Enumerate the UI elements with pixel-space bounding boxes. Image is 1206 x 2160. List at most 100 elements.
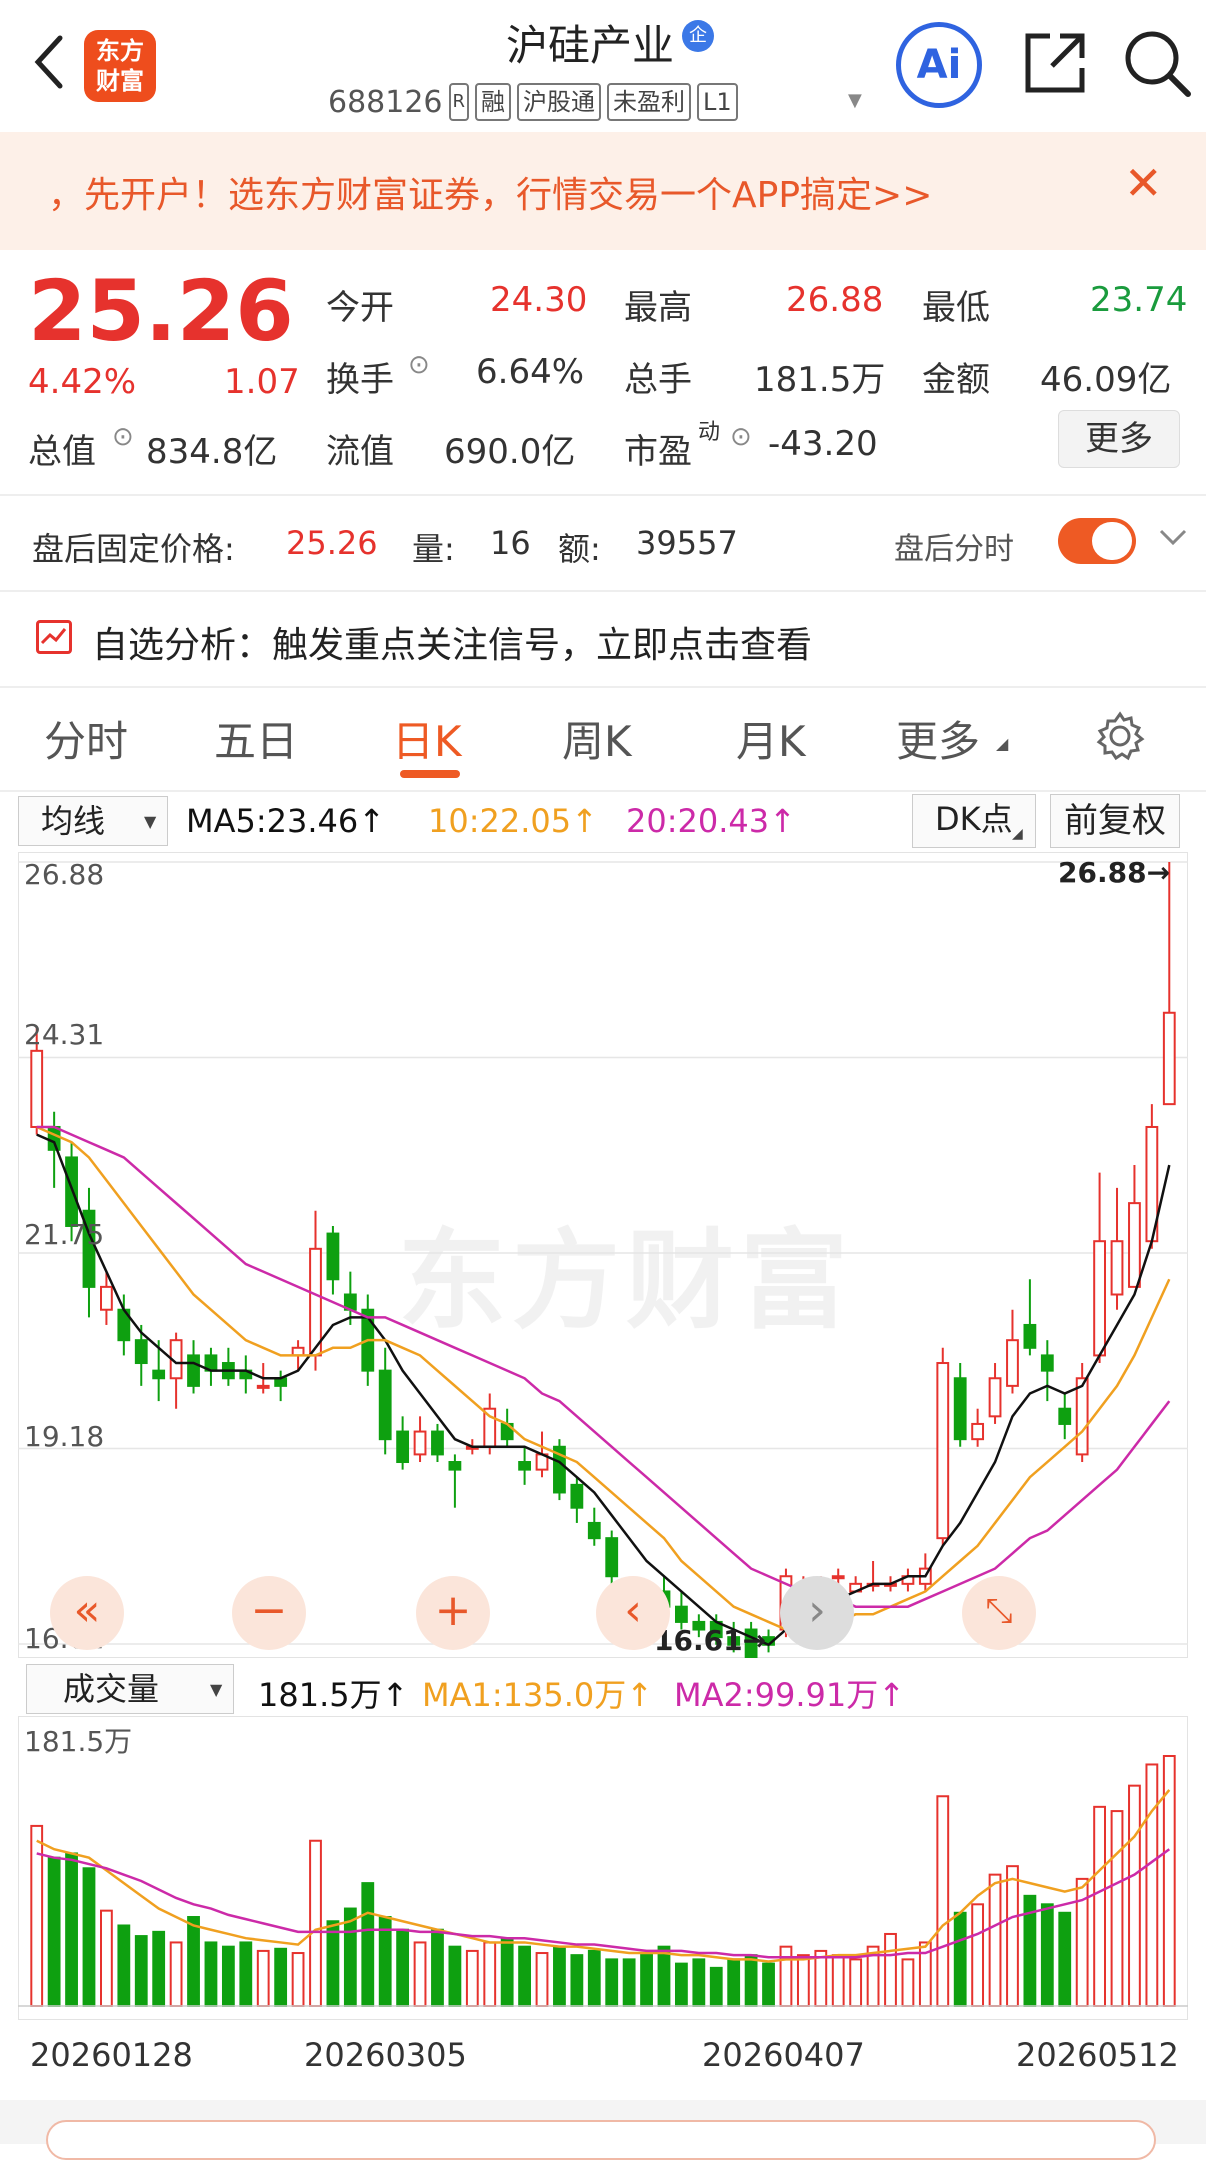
volume-bar	[901, 1958, 915, 2007]
candle-body	[1075, 1377, 1089, 1456]
volume-indicator-select[interactable]: 成交量	[26, 1664, 234, 1714]
candle-body	[1110, 1240, 1124, 1296]
kline-chart[interactable]	[18, 852, 1188, 1658]
volume-bar	[640, 1952, 653, 2008]
volume-bar	[762, 1962, 775, 2008]
eastmoney-logo: 东方 财富	[84, 30, 156, 102]
tag-margin: 融	[475, 83, 512, 121]
volume-bar	[953, 1911, 967, 2007]
tab-daily-k[interactable]: 日K	[392, 708, 462, 769]
candle-body	[47, 1125, 61, 1151]
high-value: 26.88	[786, 280, 884, 320]
volume-chart[interactable]	[18, 1716, 1188, 2020]
candle-body	[100, 1285, 113, 1311]
tab-monthly-k[interactable]: 月K	[736, 708, 806, 769]
after-hours-amt: 39557	[636, 524, 738, 562]
toggle-knob[interactable]	[1092, 522, 1132, 560]
info-icon[interactable]: ⊙	[408, 350, 430, 380]
chart-trend-icon	[36, 620, 72, 654]
info-icon[interactable]: ⊙	[112, 422, 134, 452]
tab-weekly-k[interactable]: 周K	[562, 708, 632, 769]
share-icon[interactable]	[1022, 30, 1088, 96]
volume-bar	[1058, 1911, 1072, 2007]
tag-unprofitable: 未盈利	[607, 83, 692, 121]
more-button[interactable]: 更多	[1058, 410, 1180, 468]
volume-bar	[100, 1909, 113, 2007]
candle-body	[65, 1156, 78, 1227]
volume-bar	[465, 1949, 479, 2007]
after-hours-amt-label: 额:	[558, 530, 601, 568]
volume-bar	[483, 1941, 497, 2007]
volume-bar	[291, 1952, 305, 2008]
tab-five-day[interactable]: 五日	[214, 708, 298, 769]
volume-bar	[605, 1958, 619, 2007]
volume-bar	[535, 1952, 549, 2008]
zoom-out-button[interactable]: −	[232, 1576, 306, 1650]
adjust-button[interactable]: 前复权	[1050, 794, 1180, 848]
x-axis-date: 20260512	[1016, 2036, 1179, 2074]
volume-bar	[709, 1966, 723, 2008]
x-axis-date: 20260407	[702, 2036, 865, 2074]
volume-bar	[82, 1867, 96, 2007]
candle-body	[1023, 1323, 1037, 1349]
volume-bar	[117, 1924, 131, 2008]
footer-input[interactable]	[46, 2120, 1156, 2160]
rewind-button[interactable]: «	[50, 1576, 124, 1650]
candle-body	[30, 1049, 44, 1128]
after-hours-label: 盘后固定价格:	[32, 530, 235, 568]
chevron-down-icon[interactable]	[1156, 520, 1190, 563]
candle-body	[1006, 1339, 1019, 1387]
info-icon[interactable]: ⊙	[730, 422, 752, 452]
volume-bar	[692, 1958, 706, 2007]
volume-bar	[849, 1958, 863, 2007]
ai-button[interactable]: Ai	[896, 22, 982, 108]
gear-icon[interactable]	[1094, 710, 1146, 762]
scroll-left-button[interactable]: ‹	[596, 1576, 670, 1650]
volume-bar	[361, 1882, 375, 2007]
promo-banner-text[interactable]: ，先开户！选东方财富证券，行情交易一个APP搞定>>	[48, 166, 932, 218]
volume-bar	[936, 1795, 950, 2007]
dropdown-caret-icon[interactable]: ▼	[848, 90, 862, 111]
candle-body	[605, 1537, 619, 1578]
divider	[0, 590, 1206, 592]
certified-badge: 企	[682, 20, 714, 52]
candle-body	[152, 1369, 166, 1380]
ma5-value: MA5:23.46↑	[186, 802, 386, 840]
float-cap-label: 流值	[326, 432, 394, 472]
tab-intraday[interactable]: 分时	[44, 708, 128, 769]
y-axis-label: 26.88	[24, 858, 105, 891]
zoom-in-button[interactable]: +	[416, 1576, 490, 1650]
x-axis-date: 20260305	[304, 2036, 467, 2074]
candle-body	[675, 1605, 688, 1623]
volume-bar	[187, 1916, 200, 2007]
volume-bar	[47, 1856, 61, 2007]
back-icon[interactable]	[28, 30, 68, 94]
select-caret-icon[interactable]: ▼	[210, 1680, 222, 1699]
open-label: 今开	[326, 288, 394, 328]
volume-bar	[169, 1941, 183, 2007]
select-caret-icon[interactable]: ◢	[1012, 826, 1023, 842]
after-hours-vol-label: 量:	[412, 530, 455, 568]
candle-body	[187, 1354, 200, 1387]
fullscreen-button[interactable]: ⤡	[962, 1576, 1036, 1650]
candle-body	[988, 1377, 1002, 1418]
close-icon[interactable]: ✕	[1124, 160, 1163, 206]
candle-body	[587, 1521, 601, 1540]
search-icon[interactable]	[1122, 28, 1192, 98]
tab-more[interactable]: 更多	[896, 708, 980, 769]
candle-body	[570, 1483, 584, 1509]
candle-body	[1058, 1407, 1072, 1425]
volume-bar	[831, 1954, 845, 2007]
stock-code-line: 688126 R 融 沪股通 未盈利 L1	[328, 82, 738, 122]
volume-bar	[221, 1945, 235, 2007]
select-caret-icon[interactable]: ▼	[144, 812, 156, 831]
active-tab-indicator	[400, 770, 460, 778]
scroll-right-button[interactable]: ›	[780, 1576, 854, 1650]
tab-more-caret-icon[interactable]: ◢	[996, 734, 1008, 753]
volume-bar	[309, 1839, 322, 2008]
analysis-text[interactable]: 自选分析：触发重点关注信号，立即点击查看	[92, 616, 812, 668]
pe-sup: 动	[698, 420, 721, 445]
amount-value: 46.09亿	[1040, 360, 1172, 400]
change-percent: 4.42%	[28, 362, 137, 402]
volume-bar	[553, 1945, 566, 2007]
